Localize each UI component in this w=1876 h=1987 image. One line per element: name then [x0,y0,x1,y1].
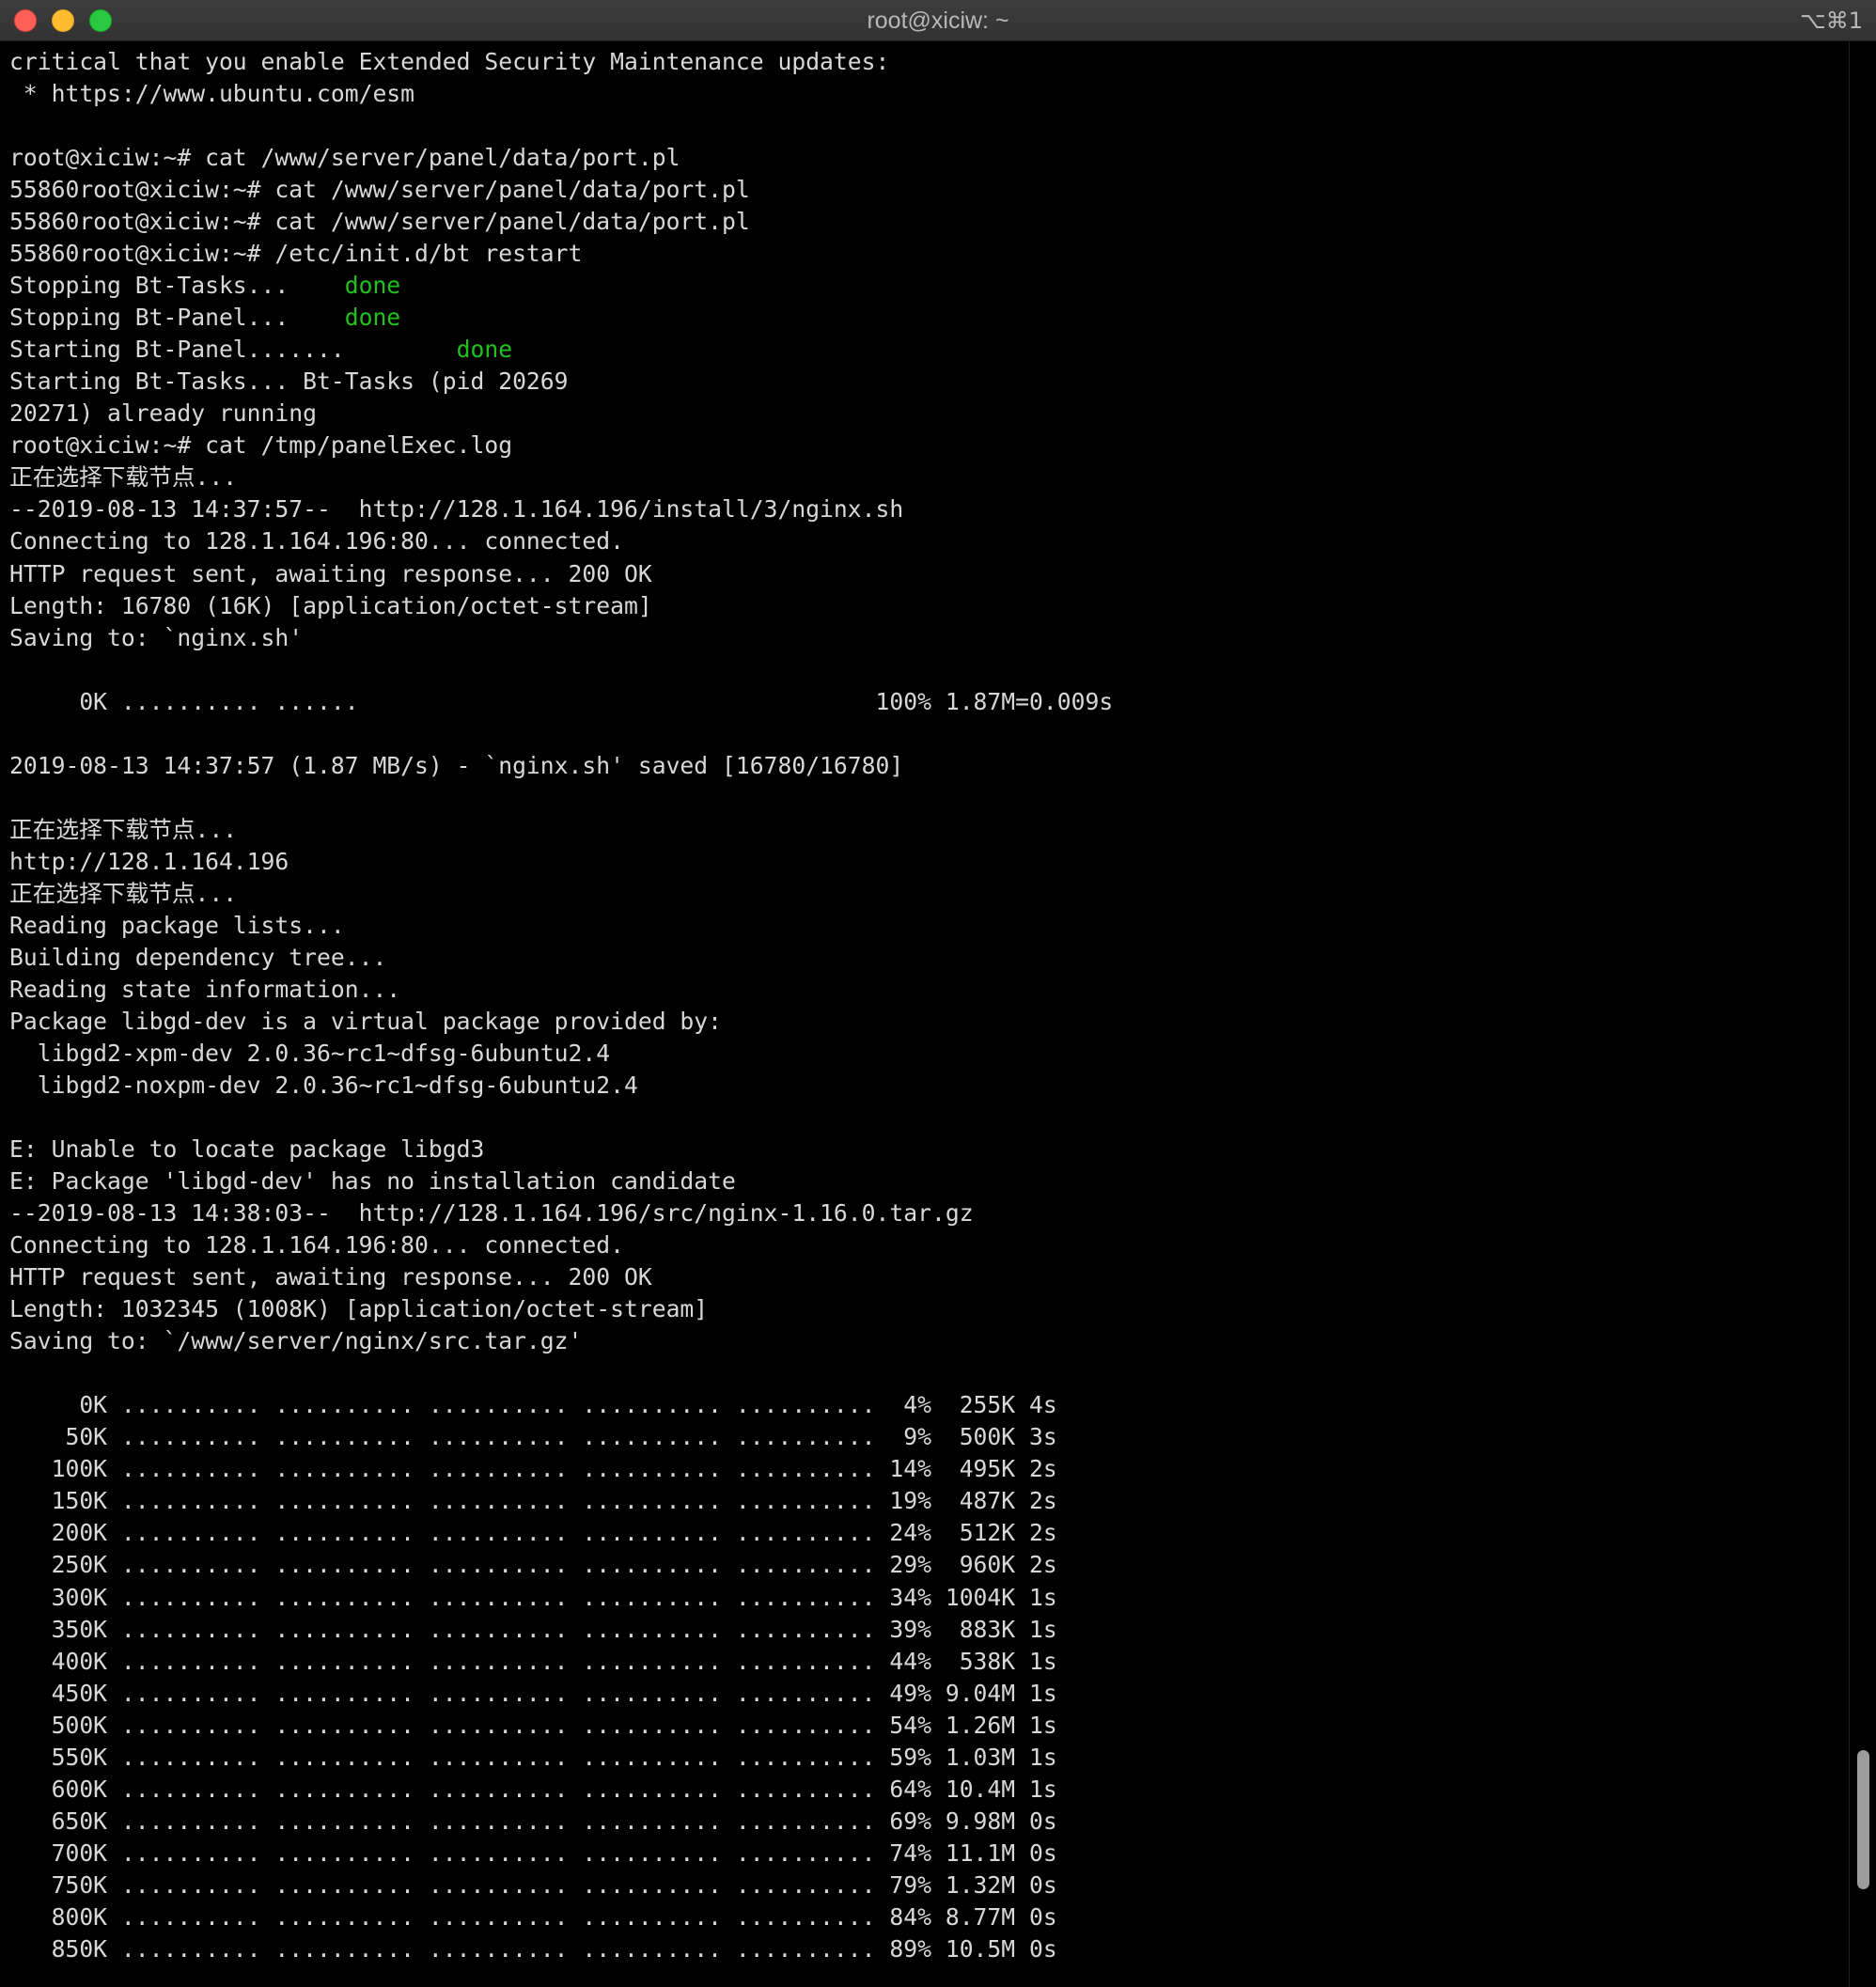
vertical-scrollbar[interactable] [1849,41,1876,1987]
terminal-line: 850K .......... .......... .......... ..… [9,1934,1057,1963]
terminal-line: libgd2-xpm-dev 2.0.36~rc1~dfsg-6ubuntu2.… [9,1039,611,1067]
terminal-line: Starting Bt-Panel....... done [9,336,513,364]
terminal-line: 700K .......... .......... .......... ..… [9,1838,1057,1867]
terminal-line: * https://www.ubuntu.com/esm [9,80,415,108]
terminal-line: Reading package lists... [9,911,345,939]
terminal-output[interactable]: critical that you enable Extended Securi… [9,46,1838,1987]
terminal-line: --2019-08-13 14:38:03-- http://128.1.164… [9,1199,974,1228]
terminal-line: 100K .......... .......... .......... ..… [9,1455,1057,1483]
terminal-line: 正在选择下载节点... [9,879,238,907]
terminal-line: 750K .......... .......... .......... ..… [9,1870,1057,1899]
terminal-line: 50K .......... .......... .......... ...… [9,1423,1057,1451]
terminal-line: Saving to: `nginx.sh' [9,623,304,651]
status-done-label: done [344,304,401,332]
terminal-line: Package libgd-dev is a virtual package p… [9,1007,723,1035]
terminal-line: Stopping Bt-Panel... done [9,304,401,332]
terminal-line: critical that you enable Extended Securi… [9,48,890,75]
terminal-line: Connecting to 128.1.164.196:80... connec… [9,1231,624,1259]
terminal-line: Connecting to 128.1.164.196:80... connec… [9,527,624,555]
terminal-line: 2019-08-13 14:37:57 (1.87 MB/s) - `nginx… [9,751,904,779]
terminal-line: Length: 1032345 (1008K) [application/oct… [9,1295,709,1323]
terminal-line: libgd2-noxpm-dev 2.0.36~rc1~dfsg-6ubuntu… [9,1072,638,1099]
terminal-line: Building dependency tree... [9,943,387,971]
terminal-line: Stopping Bt-Tasks... done [9,272,401,300]
terminal-line: 550K .......... .......... .......... ..… [9,1743,1057,1771]
terminal-line: root@xiciw:~# cat /tmp/panelExec.log [9,431,513,460]
title-bar[interactable]: root@xiciw: ~ ⌥⌘1 [0,0,1876,41]
terminal-line: E: Unable to locate package libgd3 [9,1135,485,1164]
terminal-line: 20271) already running [9,399,317,428]
terminal-line: 350K .......... .......... .......... ..… [9,1615,1057,1643]
window-shortcut-label: ⌥⌘1 [1800,8,1863,34]
terminal-line: 150K .......... .......... .......... ..… [9,1487,1057,1515]
terminal-line: 55860root@xiciw:~# cat /www/server/panel… [9,176,750,204]
terminal-line: 55860root@xiciw:~# cat /www/server/panel… [9,208,750,236]
terminal-line: HTTP request sent, awaiting response... … [9,1263,652,1291]
terminal-line: 正在选择下载节点... [9,815,238,843]
window-title: root@xiciw: ~ [867,8,1009,34]
terminal-line: 250K .......... .......... .......... ..… [9,1551,1057,1579]
terminal-line: Starting Bt-Tasks... Bt-Tasks (pid 20269 [9,368,569,396]
status-done-label: done [456,336,513,364]
terminal-line: 800K .......... .......... .......... ..… [9,1902,1057,1931]
terminal-line: 200K .......... .......... .......... ..… [9,1519,1057,1547]
terminal-line: 0K .......... ...... 100% 1.87M=0.009s [9,687,1114,715]
terminal-line: root@xiciw:~# cat /www/server/panel/data… [9,144,680,172]
terminal-line: 650K .......... .......... .......... ..… [9,1807,1057,1835]
terminal-line: Reading state information... [9,975,401,1003]
terminal-line: Length: 16780 (16K) [application/octet-s… [9,591,652,619]
status-done-label: done [344,272,401,300]
terminal-line: Saving to: `/www/server/nginx/src.tar.gz… [9,1327,583,1355]
terminal-line: 55860root@xiciw:~# /etc/init.d/bt restar… [9,240,583,268]
terminal-line: HTTP request sent, awaiting response... … [9,559,652,587]
terminal-line: 0K .......... .......... .......... ....… [9,1391,1057,1419]
terminal-line: 600K .......... .......... .......... ..… [9,1775,1057,1803]
terminal-line: 500K .......... .......... .......... ..… [9,1711,1057,1739]
terminal-line: 400K .......... .......... .......... ..… [9,1647,1057,1675]
terminal-window: root@xiciw: ~ ⌥⌘1 critical that you enab… [0,0,1876,1987]
terminal-line: 正在选择下载节点... [9,463,238,492]
terminal-line: E: Package 'libgd-dev' has no installati… [9,1167,736,1196]
scrollbar-thumb[interactable] [1857,1750,1869,1889]
terminal-line: --2019-08-13 14:37:57-- http://128.1.164… [9,495,904,524]
terminal-line: 450K .......... .......... .......... ..… [9,1679,1057,1707]
terminal-line: 300K .......... .......... .......... ..… [9,1583,1057,1611]
terminal-line: http://128.1.164.196 [9,847,289,875]
